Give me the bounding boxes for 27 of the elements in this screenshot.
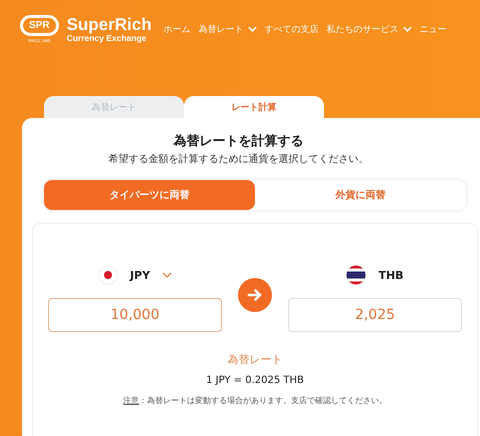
nav-link[interactable]: 私たちのサービス xyxy=(326,22,412,36)
rate-value: 1 JPY = 0.2025 THB xyxy=(206,375,304,386)
arrow-right-button[interactable] xyxy=(238,278,272,312)
chevron-down-icon xyxy=(248,26,257,32)
brand-tagline: Currency Exchange xyxy=(66,32,146,42)
currency-code[interactable]: JPY xyxy=(130,268,150,282)
amount-field[interactable]: 10,000 xyxy=(48,298,222,332)
nav-link[interactable]: ニュー xyxy=(420,22,447,36)
brand-name: SuperRich xyxy=(66,16,152,32)
calculator-subtitle: 希望する金額を計算するために通貨を選択してください。 xyxy=(108,152,368,166)
arrow-right-icon xyxy=(247,287,263,303)
chevron-down-icon[interactable] xyxy=(162,272,172,278)
thailand-flag-icon xyxy=(346,265,366,285)
mode-option[interactable]: タイバーツに両替 xyxy=(44,180,255,210)
japan-flag-icon xyxy=(98,265,118,285)
calculator-title: 為替レートを計算する xyxy=(174,132,304,150)
disclaimer-text: 注意 : 為替レートは変動する場合があります。支店で確認してください。 xyxy=(123,395,387,406)
amount-field[interactable]: 2,025 xyxy=(288,298,462,332)
note-link[interactable]: 注意 xyxy=(123,396,140,405)
mode-option[interactable]: 外貨に両替 xyxy=(255,180,466,210)
rate-label: 為替レート xyxy=(228,352,282,367)
nav-link[interactable]: すべての支店 xyxy=(264,22,319,36)
currency-code: THB xyxy=(378,268,404,282)
tab[interactable]: レート計算 xyxy=(184,96,324,118)
nav-link[interactable]: ホーム xyxy=(164,22,191,36)
nav-link[interactable]: 為替レート xyxy=(198,22,257,36)
chevron-down-icon xyxy=(402,26,412,32)
